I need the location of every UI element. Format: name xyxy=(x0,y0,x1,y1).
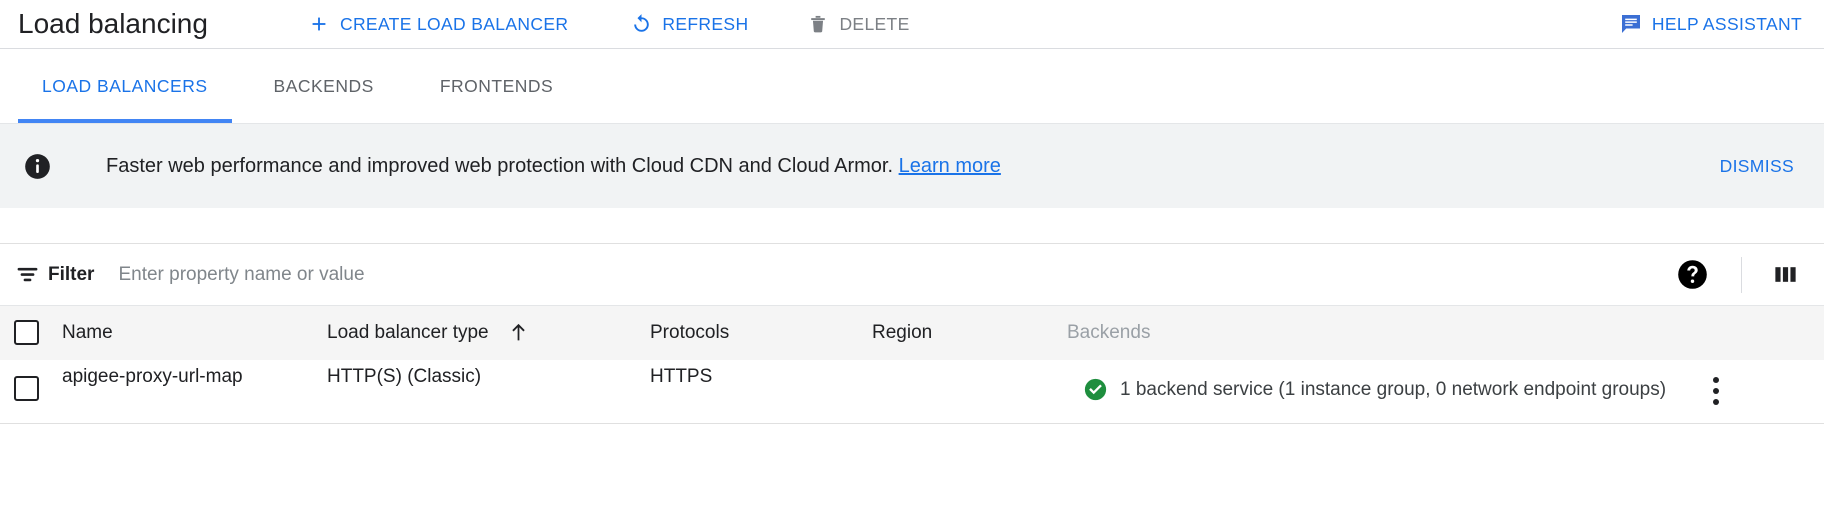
column-header-region-label: Region xyxy=(872,321,933,343)
help-assistant-label: HELP ASSISTANT xyxy=(1651,13,1802,34)
row-select-cell xyxy=(0,359,62,424)
trash-icon xyxy=(806,12,830,36)
tab-frontends[interactable]: FRONTENDS xyxy=(416,49,577,123)
cell-region xyxy=(872,359,1067,424)
table-header: Name Load balancer type Protocols Region… xyxy=(0,305,1824,360)
column-header-actions xyxy=(1667,305,1824,360)
cell-backends: 1 backend service (1 instance group, 0 n… xyxy=(1067,359,1667,424)
filter-label: Filter xyxy=(48,263,95,285)
tab-bar: LOAD BALANCERS BACKENDS FRONTENDS xyxy=(0,49,1824,123)
row-checkbox-wrapper xyxy=(0,360,62,401)
cell-name-text: apigee-proxy-url-map xyxy=(62,365,243,387)
banner-message: Faster web performance and improved web … xyxy=(106,153,1001,179)
select-all-wrapper xyxy=(0,320,62,346)
filter-input[interactable] xyxy=(116,259,1675,290)
row-select-checkbox[interactable] xyxy=(14,375,39,401)
tab-load-balancers[interactable]: LOAD BALANCERS xyxy=(18,49,232,123)
promo-banner: Faster web performance and improved web … xyxy=(0,123,1824,208)
cell-backends-text: 1 backend service (1 instance group, 0 n… xyxy=(1120,378,1667,400)
help-assistant-button[interactable]: HELP ASSISTANT xyxy=(1605,6,1802,42)
create-load-balancer-button[interactable]: CREATE LOAD BALANCER xyxy=(293,6,582,42)
cell-row-actions xyxy=(1667,359,1824,424)
content-gap xyxy=(0,208,1824,243)
banner-learn-more-link[interactable]: Learn more xyxy=(899,155,1001,177)
select-all-header xyxy=(0,305,62,360)
toolbar-actions: CREATE LOAD BALANCER REFRESH DELETE xyxy=(293,6,924,42)
kebab-dot xyxy=(1713,376,1719,383)
delete-button[interactable]: DELETE xyxy=(792,6,923,42)
cell-protocols-text: HTTPS xyxy=(650,365,713,387)
column-header-backends[interactable]: Backends xyxy=(1067,305,1667,360)
cell-protocols: HTTPS xyxy=(650,359,872,424)
select-all-checkbox[interactable] xyxy=(14,320,39,346)
banner-dismiss-button[interactable]: DISMISS xyxy=(1720,150,1794,183)
plus-icon xyxy=(307,12,331,36)
table-body: apigee-proxy-url-map HTTP(S) (Classic) H… xyxy=(0,359,1824,424)
filter-icon[interactable] xyxy=(14,262,40,288)
sort-ascending-icon xyxy=(508,322,529,343)
column-header-protocols[interactable]: Protocols xyxy=(650,305,872,360)
column-display-options-icon[interactable] xyxy=(1770,260,1800,290)
tab-frontends-label: FRONTENDS xyxy=(439,75,554,96)
kebab-dot xyxy=(1713,387,1719,394)
table-header-row: Name Load balancer type Protocols Region… xyxy=(0,305,1824,360)
cell-load-balancer-type-text: HTTP(S) (Classic) xyxy=(327,365,482,387)
cell-load-balancer-type: HTTP(S) (Classic) xyxy=(327,359,650,424)
column-header-name[interactable]: Name xyxy=(62,305,327,360)
page-title: Load balancing xyxy=(18,8,208,39)
filter-divider xyxy=(1741,256,1742,293)
refresh-button[interactable]: REFRESH xyxy=(615,6,762,42)
create-load-balancer-label: CREATE LOAD BALANCER xyxy=(339,13,569,34)
column-header-backends-label: Backends xyxy=(1067,321,1151,343)
backends-content: 1 backend service (1 instance group, 0 n… xyxy=(1067,360,1667,423)
page-toolbar: Load balancing CREATE LOAD BALANCER REFR… xyxy=(0,0,1824,49)
column-header-region[interactable]: Region xyxy=(872,305,1067,360)
kebab-dot xyxy=(1713,398,1719,405)
info-icon xyxy=(22,151,52,181)
refresh-icon xyxy=(629,12,653,36)
table-row[interactable]: apigee-proxy-url-map HTTP(S) (Classic) H… xyxy=(0,359,1824,424)
column-header-load-balancer-type-label: Load balancer type xyxy=(327,321,489,343)
tab-load-balancers-label: LOAD BALANCERS xyxy=(42,75,208,96)
row-actions-wrapper xyxy=(1667,360,1824,407)
filter-bar: Filter xyxy=(0,243,1824,305)
tab-backends[interactable]: BACKENDS xyxy=(250,49,398,123)
column-header-protocols-label: Protocols xyxy=(650,321,730,343)
banner-message-text: Faster web performance and improved web … xyxy=(106,155,894,177)
tab-backends-label: BACKENDS xyxy=(273,75,374,96)
column-header-name-label: Name xyxy=(62,321,113,343)
help-circle-icon[interactable] xyxy=(1675,258,1709,292)
chat-message-icon xyxy=(1619,12,1643,36)
check-circle-icon xyxy=(1082,377,1108,403)
refresh-label: REFRESH xyxy=(662,13,749,34)
delete-label: DELETE xyxy=(839,13,910,34)
load-balancers-table: Name Load balancer type Protocols Region… xyxy=(0,305,1824,424)
column-header-load-balancer-type[interactable]: Load balancer type xyxy=(327,305,650,360)
cell-name[interactable]: apigee-proxy-url-map xyxy=(62,359,327,424)
row-more-options-icon[interactable] xyxy=(1711,375,1721,407)
